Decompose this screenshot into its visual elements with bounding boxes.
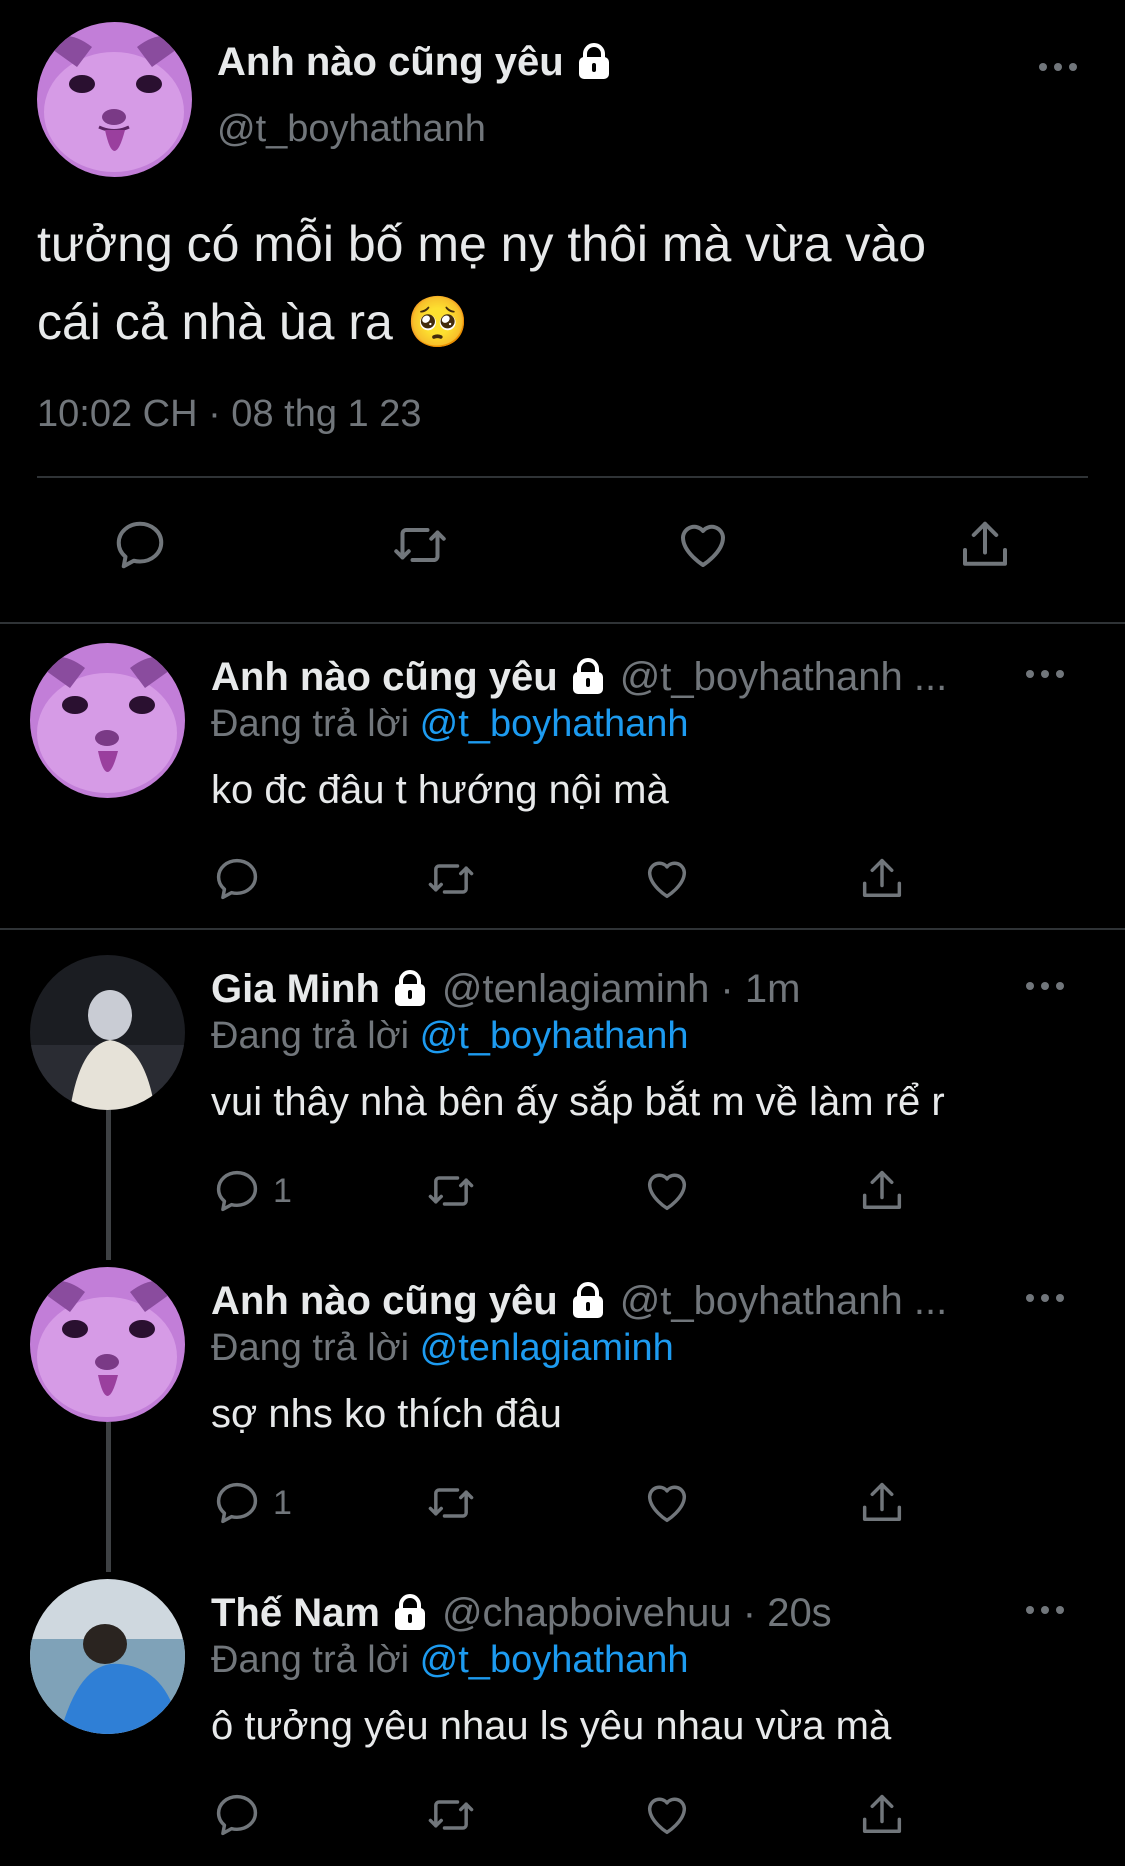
reply-author-name[interactable]: Anh nào cũng yêu: [211, 655, 558, 700]
author-name-text: Anh nào cũng yêu: [217, 40, 564, 84]
more-icon[interactable]: [1025, 667, 1065, 681]
reply-text: sợ nhs ko thích đâu: [211, 1392, 562, 1436]
avatar-cat[interactable]: [37, 22, 192, 177]
more-icon[interactable]: [1025, 1603, 1065, 1617]
retweet-icon[interactable]: [425, 1789, 477, 1841]
replying-prefix: Đang trả lời: [211, 703, 410, 745]
replying-mention[interactable]: @tenlagiaminh: [420, 1327, 674, 1369]
tweet-timestamp[interactable]: 10:02 CH · 08 thg 1 23: [37, 393, 421, 436]
reply-actions: 1: [0, 1165, 1125, 1225]
lock-icon: [390, 969, 430, 1010]
divider: [37, 476, 1088, 478]
reply-header: Gia Minh @tenlagiaminh · 1m: [211, 967, 1011, 1012]
reply-actions: [0, 1789, 1125, 1849]
share-icon[interactable]: [856, 853, 908, 905]
more-icon[interactable]: [1038, 60, 1078, 74]
reply-icon[interactable]: [211, 1789, 273, 1841]
reply-item[interactable]: Gia Minh @tenlagiaminh · 1m Đang trả lời…: [0, 955, 1125, 1245]
reply-author-handle[interactable]: @t_boyhathanh ...: [620, 1279, 948, 1324]
share-icon[interactable]: [955, 515, 1015, 575]
replying-to: Đang trả lời @t_boyhathanh: [211, 703, 689, 746]
reply-icon[interactable]: [211, 853, 273, 905]
replying-prefix: Đang trả lời: [211, 1015, 410, 1057]
reply-header: Anh nào cũng yêu @t_boyhathanh ...: [211, 655, 1011, 700]
replying-to: Đang trả lời @tenlagiaminh: [211, 1327, 674, 1370]
replying-mention[interactable]: @t_boyhathanh: [420, 1639, 689, 1681]
retweet-icon[interactable]: [425, 1165, 477, 1217]
reply-author-name[interactable]: Anh nào cũng yêu: [211, 1279, 558, 1324]
pleading-face-emoji: 🥺: [406, 294, 469, 350]
heart-icon[interactable]: [641, 1477, 693, 1529]
lock-icon: [390, 1593, 430, 1634]
reply-icon[interactable]: [110, 515, 170, 575]
reply-item[interactable]: Anh nào cũng yêu @t_boyhathanh ... Đang …: [0, 1267, 1125, 1557]
reply-icon[interactable]: 1: [211, 1477, 292, 1529]
reply-text: ko đc đâu t hướng nội mà: [211, 768, 669, 812]
tweet-actions: [0, 515, 1125, 585]
reply-count: 1: [273, 1483, 292, 1522]
reply-author-handle[interactable]: @t_boyhathanh ...: [620, 655, 948, 700]
author-handle[interactable]: @t_boyhathanh: [217, 108, 486, 151]
replying-prefix: Đang trả lời: [211, 1639, 410, 1681]
main-tweet: Anh nào cũng yêu @t_boyhathanh tưởng có …: [0, 0, 1125, 624]
replying-prefix: Đang trả lời: [211, 1327, 410, 1369]
reply-icon[interactable]: 1: [211, 1165, 292, 1217]
reply-header: Thế Nam @chapboivehuu · 20s: [211, 1591, 1011, 1636]
retweet-icon[interactable]: [425, 853, 477, 905]
reply-author-handle[interactable]: @chapboivehuu · 20s: [442, 1591, 832, 1636]
more-icon[interactable]: [1025, 979, 1065, 993]
reply-item[interactable]: Anh nào cũng yêu @t_boyhathanh ... Đang …: [0, 643, 1125, 923]
heart-icon[interactable]: [673, 515, 733, 575]
replying-to: Đang trả lời @t_boyhathanh: [211, 1015, 689, 1058]
lock-icon: [568, 657, 608, 698]
reply-actions: [0, 853, 1125, 913]
tweet-text: tưởng có mỗi bố mẹ ny thôi mà vừa vào cá…: [37, 205, 1087, 361]
reply-text: ô tưởng yêu nhau ls yêu nhau vừa mà: [211, 1704, 892, 1748]
share-icon[interactable]: [856, 1789, 908, 1841]
avatar-cat[interactable]: [30, 1267, 185, 1422]
tweet-text-line2: cái cả nhà ùa ra 🥺: [37, 283, 1087, 361]
reply-count: 1: [273, 1171, 292, 1210]
replying-mention[interactable]: @t_boyhathanh: [420, 1015, 689, 1057]
reply-text: vui thây nhà bên ấy sắp bắt m về làm rể …: [211, 1080, 945, 1124]
reply-author-handle[interactable]: @tenlagiaminh · 1m: [442, 967, 801, 1012]
avatar-gia-minh[interactable]: [30, 955, 185, 1110]
section-divider: [0, 928, 1125, 930]
tweet-text-line1: tưởng có mỗi bố mẹ ny thôi mà vừa vào: [37, 216, 927, 272]
tweet-text-line2-text: cái cả nhà ùa ra: [37, 294, 393, 350]
reply-item[interactable]: Thế Nam @chapboivehuu · 20s Đang trả lời…: [0, 1579, 1125, 1866]
retweet-icon[interactable]: [390, 515, 450, 575]
retweet-icon[interactable]: [425, 1477, 477, 1529]
share-icon[interactable]: [856, 1477, 908, 1529]
author-name[interactable]: Anh nào cũng yêu: [217, 40, 614, 85]
avatar-cat[interactable]: [30, 643, 185, 798]
heart-icon[interactable]: [641, 1165, 693, 1217]
reply-actions: 1: [0, 1477, 1125, 1537]
replying-mention[interactable]: @t_boyhathanh: [420, 703, 689, 745]
heart-icon[interactable]: [641, 1789, 693, 1841]
more-icon[interactable]: [1025, 1291, 1065, 1305]
section-divider: [0, 622, 1125, 624]
reply-header: Anh nào cũng yêu @t_boyhathanh ...: [211, 1279, 1011, 1324]
heart-icon[interactable]: [641, 853, 693, 905]
avatar-the-nam[interactable]: [30, 1579, 185, 1734]
lock-icon: [568, 1281, 608, 1322]
reply-author-name[interactable]: Thế Nam: [211, 1591, 380, 1636]
share-icon[interactable]: [856, 1165, 908, 1217]
lock-icon: [574, 42, 614, 83]
replying-to: Đang trả lời @t_boyhathanh: [211, 1639, 689, 1682]
reply-author-name[interactable]: Gia Minh: [211, 967, 380, 1012]
